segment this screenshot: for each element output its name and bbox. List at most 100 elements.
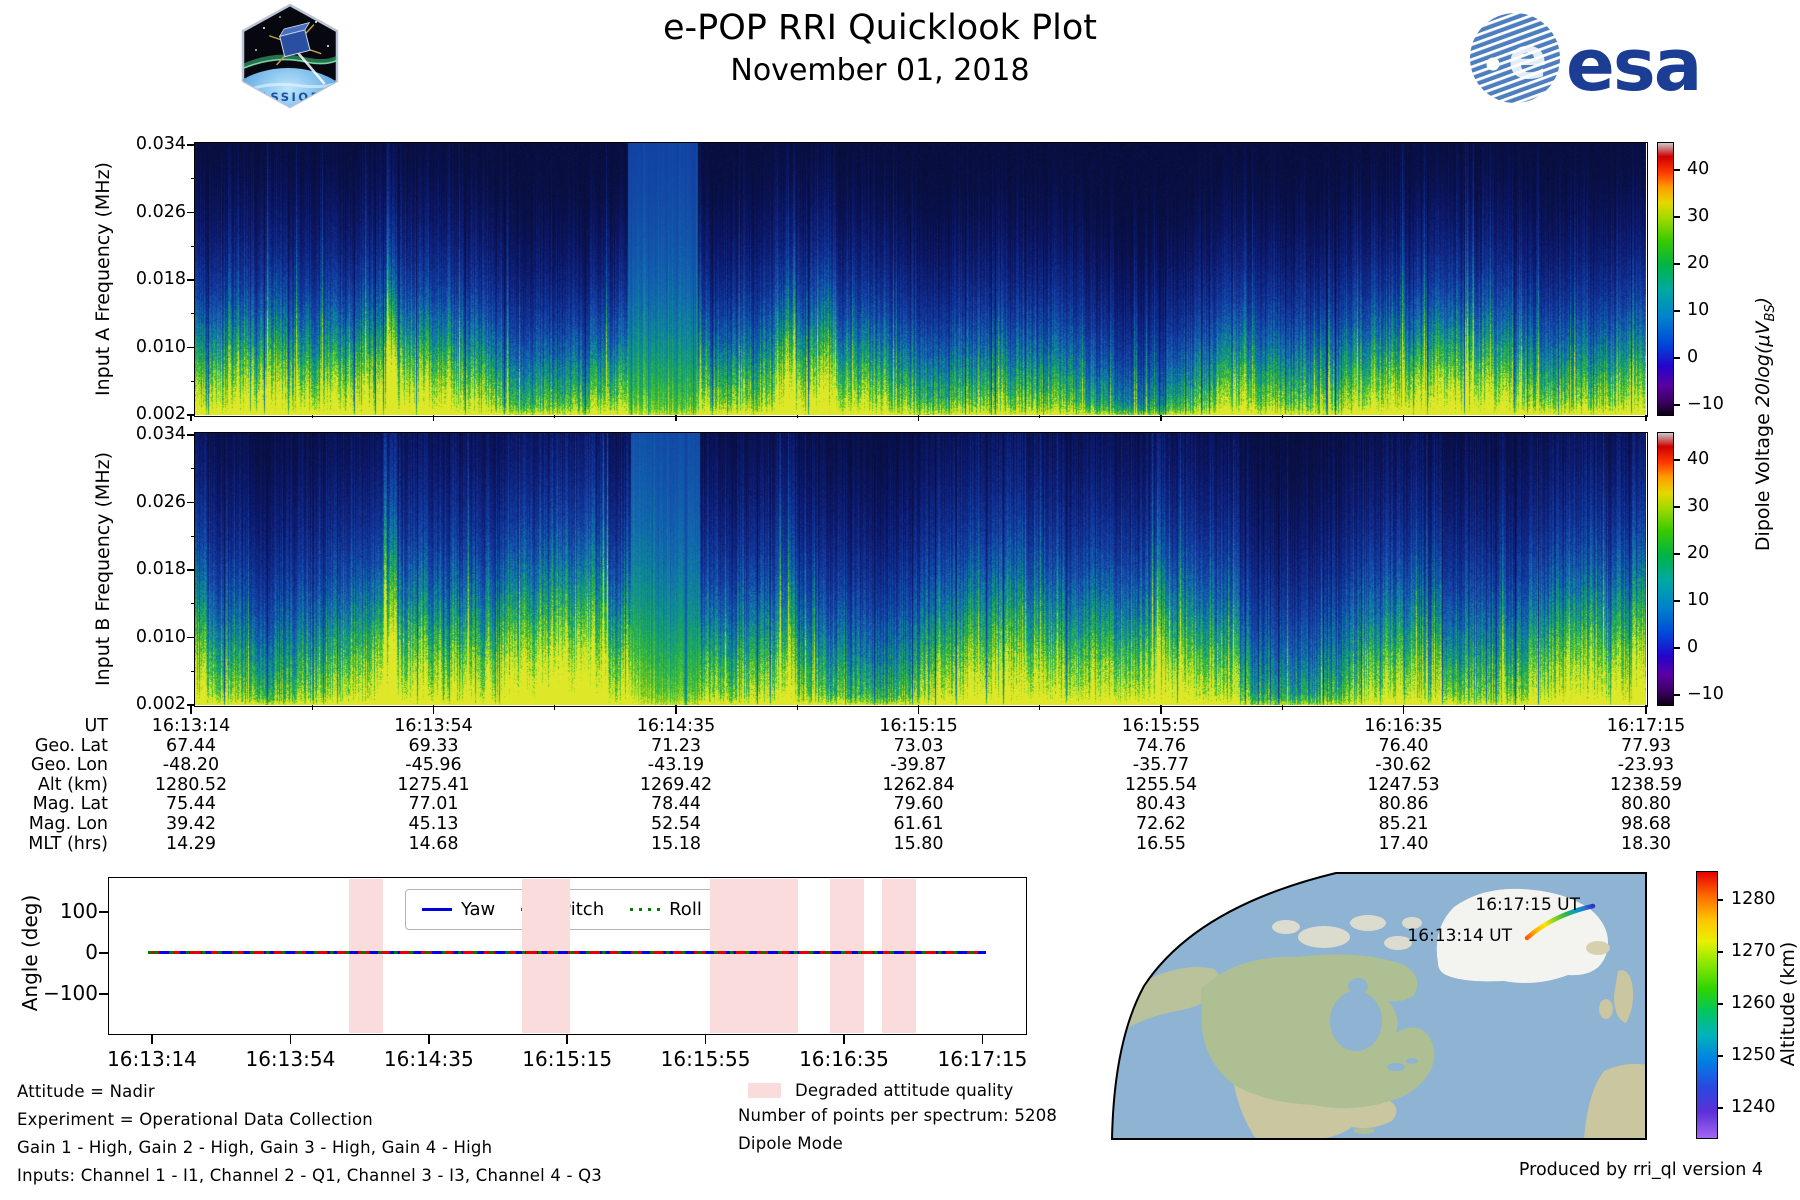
map-cuba xyxy=(1353,1128,1375,1134)
angle-xtick-mark xyxy=(981,1035,984,1044)
angle-xtick-mark xyxy=(289,1035,292,1044)
ephemeris-cell: -30.62 xyxy=(1375,755,1432,776)
time-minor-tick-a xyxy=(554,415,556,418)
ephemeris-cell: 77.93 xyxy=(1620,735,1672,756)
time-minor-tick-a xyxy=(311,415,313,418)
time-tick-mark-a xyxy=(190,415,192,421)
dipole-label-text: Dipole Voltage xyxy=(1752,407,1775,552)
ephemeris-cell: 1238.59 xyxy=(1609,774,1683,795)
altitude-tick-mark xyxy=(1717,1003,1723,1005)
altitude-tick-mark xyxy=(1717,1107,1723,1109)
altitude-tick-label: 1270 xyxy=(1731,941,1776,961)
freq-minor-tick-mark xyxy=(191,178,195,180)
freq-minor-tick-mark xyxy=(191,380,195,382)
time-minor-tick-b xyxy=(1281,705,1283,710)
freq-minor-tick-mark xyxy=(191,313,195,315)
freq-tick-mark xyxy=(187,279,195,281)
angle-xtick-label: 16:13:54 xyxy=(245,1047,336,1071)
ephemeris-row-label: UT xyxy=(84,716,109,736)
ephemeris-cell: 71.23 xyxy=(650,735,702,756)
ephemeris-cell: 69.33 xyxy=(408,735,459,756)
ephemeris-cell: 1247.53 xyxy=(1367,774,1440,795)
colorbar-tick-label: 10 xyxy=(1687,590,1710,610)
cassiope-mission-patch: CASSIOPE xyxy=(241,3,339,109)
colorbar-tick-mark xyxy=(1674,404,1680,406)
ephemeris-row-label: MLT (hrs) xyxy=(28,833,108,854)
colorbar-tick-label: 20 xyxy=(1687,543,1710,563)
colorbar-tick-mark xyxy=(1674,357,1680,359)
ephemeris-row-label: Geo. Lon xyxy=(30,755,108,776)
freq-minor-tick-mark xyxy=(191,603,195,605)
ephemeris-cell: 39.42 xyxy=(165,814,217,834)
angle-xtick-label: 16:15:55 xyxy=(660,1047,751,1071)
ephemeris-cell: 1255.54 xyxy=(1124,774,1198,795)
colorbar-tick-mark xyxy=(1674,310,1680,312)
time-tick-mark-b xyxy=(675,705,677,714)
degraded-attitude-band xyxy=(521,878,571,1034)
angle-xtick-label: 16:14:35 xyxy=(383,1047,474,1071)
angle-ytick-label: 0 xyxy=(85,940,98,964)
time-minor-tick-a xyxy=(796,415,798,418)
ephemeris-row-label: Mag. Lat xyxy=(32,794,108,815)
ephemeris-cell: 52.54 xyxy=(650,814,702,834)
colorbar-tick-label: 20 xyxy=(1687,253,1710,273)
ephemeris-cell: 61.61 xyxy=(893,814,944,834)
freq-tick-label: 0.026 xyxy=(135,491,186,512)
page-title: e-POP RRI Quicklook Plot xyxy=(662,8,1097,48)
angle-ytick-mark xyxy=(99,952,108,954)
freq-minor-tick-mark xyxy=(191,245,195,247)
time-tick-mark-a xyxy=(1402,415,1405,421)
angle-xtick-mark xyxy=(704,1035,707,1044)
ephemeris-cell: 67.44 xyxy=(165,735,217,756)
ephemeris-cell: 14.68 xyxy=(408,833,459,854)
time-tick-mark-b xyxy=(1402,705,1405,714)
ephemeris-row-label: Geo. Lat xyxy=(34,735,108,756)
roll-line xyxy=(148,951,986,955)
legend-label: Roll xyxy=(669,899,702,920)
legend-item-roll: Roll xyxy=(630,899,702,920)
angle-ytick-label: 100 xyxy=(59,899,98,923)
ephemeris-cell: 17.40 xyxy=(1378,833,1429,854)
spectrogram-b-heatmap xyxy=(195,433,1646,705)
time-tick-mark-b xyxy=(190,705,192,714)
ephemeris-cell: 16:17:15 xyxy=(1606,716,1686,736)
ephemeris-cell: -23.93 xyxy=(1617,755,1675,776)
track-start-label: 16:13:14 UT xyxy=(1407,926,1512,946)
time-tick-mark-a xyxy=(1160,415,1162,421)
legend-item-yaw: Yaw xyxy=(422,899,495,920)
degraded-attitude-band xyxy=(709,878,798,1034)
angle-xtick-mark xyxy=(566,1035,568,1044)
annotation-inputs: Inputs: Channel 1 - I1, Channel 2 - Q1, … xyxy=(17,1166,602,1185)
colorbar-tick-mark xyxy=(1674,553,1680,555)
freq-minor-tick-mark xyxy=(191,535,195,537)
legend-solid-line-swatch xyxy=(422,907,452,912)
time-minor-tick-a xyxy=(1281,415,1283,418)
angle-ytick-mark xyxy=(99,993,108,995)
freq-tick-label: 0.026 xyxy=(135,201,186,222)
ephemeris-cell: 73.03 xyxy=(893,735,944,756)
dipole-mode-label: Dipole Mode xyxy=(738,1134,843,1153)
angle-xtick-mark xyxy=(151,1035,153,1044)
colorbar-tick-label: 0 xyxy=(1687,347,1699,367)
altitude-tick-mark xyxy=(1717,899,1723,901)
degraded-attitude-band xyxy=(348,878,384,1034)
colorbar-tick-mark xyxy=(1674,647,1680,649)
ephemeris-cell: 80.86 xyxy=(1378,794,1429,815)
freq-tick-mark xyxy=(187,211,195,214)
dipole-colorbar-b xyxy=(1657,432,1674,706)
altitude-tick-label: 1250 xyxy=(1731,1045,1776,1065)
altitude-tick-label: 1240 xyxy=(1731,1097,1776,1117)
esa-wordmark: esa xyxy=(1566,23,1700,107)
freq-tick-label: 0.002 xyxy=(135,694,186,714)
spectrogram-a-heatmap xyxy=(195,143,1646,415)
ephemeris-cell: 1262.84 xyxy=(882,774,955,795)
time-minor-tick-b xyxy=(554,705,556,710)
ephemeris-cell: 16:13:54 xyxy=(394,716,473,736)
time-tick-mark-a xyxy=(1645,415,1647,421)
degraded-attitude-band xyxy=(830,878,865,1034)
ephemeris-cell: 16:14:35 xyxy=(636,716,716,736)
ephemeris-cell: 72.62 xyxy=(1135,814,1187,834)
degraded-attitude-band xyxy=(881,878,916,1034)
ephemeris-cell: -43.19 xyxy=(647,755,705,776)
freq-tick-label: 0.018 xyxy=(135,269,186,289)
